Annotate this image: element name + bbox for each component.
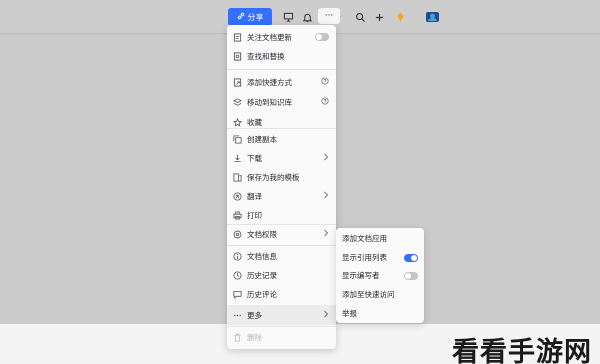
help-icon[interactable] [321, 77, 329, 87]
menu-divider [227, 69, 336, 70]
menu-item-label: 文档信息 [247, 251, 277, 261]
watermark-text: 看看手游网 [452, 337, 592, 364]
submenu-item-add-doc-app[interactable]: 添加文档应用 [336, 229, 424, 248]
submenu-item-label: 添加文档应用 [342, 234, 387, 243]
menu-item-label: 添加快捷方式 [247, 77, 292, 87]
more-button[interactable]: ··· [318, 8, 340, 24]
menu-item-doc-info[interactable]: 文档信息 [227, 246, 336, 266]
more-icon [233, 311, 242, 320]
translate-icon [233, 191, 242, 201]
more-menu: 关注文档更新 查找和替换 添加快捷方式 移动到知识库 收藏 创建副本 下载 保存… [227, 25, 336, 349]
menu-item-more[interactable]: 更多 [227, 305, 336, 325]
move-to-wiki-icon [233, 97, 242, 107]
presentation-icon[interactable] [280, 9, 296, 25]
menu-item-follow-updates[interactable]: 关注文档更新 [227, 27, 336, 47]
submenu-item-label: 添加至快速访问 [342, 290, 395, 299]
submenu-item-show-authors[interactable]: 显示编写者 [336, 266, 424, 285]
menu-item-save-as-template[interactable]: 保存为我的模板 [227, 167, 336, 187]
menu-item-label: 关注文档更新 [247, 32, 292, 42]
menu-item-find-replace[interactable]: 查找和替换 [227, 46, 336, 66]
share-label: 分享 [247, 12, 264, 22]
template-icon [233, 172, 242, 182]
menu-item-label: 下载 [247, 153, 262, 163]
comment-history-icon [233, 290, 242, 299]
menu-item-label: 移动到知识库 [247, 97, 292, 107]
menu-item-label: 删除 [247, 332, 262, 342]
menu-item-label: 保存为我的模板 [247, 172, 300, 182]
follow-toggle[interactable] [315, 33, 329, 41]
menu-item-delete[interactable]: 删除 [227, 327, 336, 347]
link-icon [237, 12, 245, 22]
star-icon [233, 117, 242, 127]
menu-item-move-to-wiki[interactable]: 移动到知识库 [227, 92, 336, 112]
menu-item-label: 更多 [247, 310, 262, 320]
copy-icon [233, 134, 242, 144]
submenu-item-report[interactable]: 举报 [336, 304, 424, 323]
find-replace-icon [233, 51, 242, 61]
shortcut-icon [233, 77, 242, 87]
submenu-item-show-references[interactable]: 显示引用列表 [336, 248, 424, 267]
plus-icon[interactable] [371, 9, 387, 25]
submenu-item-label: 举报 [342, 309, 357, 318]
menu-item-download[interactable]: 下载 [227, 148, 336, 168]
menu-item-label: 收藏 [247, 117, 262, 127]
follow-icon [233, 32, 242, 42]
menu-item-label: 历史记录 [247, 270, 277, 280]
submenu-item-label: 显示引用列表 [342, 253, 387, 262]
menu-item-label: 创建副本 [247, 134, 277, 144]
share-button[interactable]: 分享 [228, 8, 272, 26]
references-toggle[interactable] [404, 253, 418, 262]
info-icon [233, 251, 242, 261]
chevron-right-icon [323, 310, 329, 320]
menu-item-label: 打印 [247, 210, 262, 220]
delete-icon [233, 333, 242, 342]
help-icon[interactable] [321, 97, 329, 107]
chevron-right-icon [323, 191, 329, 201]
history-icon [233, 270, 242, 280]
avatar[interactable] [424, 9, 440, 25]
submenu-item-label: 显示编写者 [342, 271, 380, 280]
authors-toggle[interactable] [404, 271, 418, 280]
permission-icon [233, 230, 242, 239]
menu-item-comment-history[interactable]: 历史评论 [227, 284, 336, 304]
chevron-right-icon [323, 153, 329, 163]
download-icon [233, 154, 242, 163]
submenu-item-quick-access[interactable]: 添加至快速访问 [336, 285, 424, 304]
print-icon [233, 210, 242, 220]
menu-item-add-shortcut[interactable]: 添加快捷方式 [227, 72, 336, 92]
bulb-icon[interactable] [392, 9, 408, 25]
chevron-right-icon [323, 229, 329, 239]
menu-item-label: 文档权限 [247, 229, 277, 239]
search-icon[interactable] [352, 9, 368, 25]
more-submenu: 添加文档应用 显示引用列表 显示编写者 添加至快速访问 举报 [336, 228, 424, 323]
menu-item-translate[interactable]: 翻译 [227, 186, 336, 206]
more-dots-icon: ··· [324, 11, 334, 21]
menu-item-label: 翻译 [247, 191, 262, 201]
menu-item-print[interactable]: 打印 [227, 205, 336, 225]
bell-icon[interactable] [299, 9, 315, 25]
menu-item-duplicate[interactable]: 创建副本 [227, 129, 336, 149]
menu-item-label: 历史评论 [247, 289, 277, 299]
menu-item-label: 查找和替换 [247, 51, 285, 61]
menu-item-history[interactable]: 历史记录 [227, 265, 336, 285]
menu-item-permissions[interactable]: 文档权限 [227, 224, 336, 244]
